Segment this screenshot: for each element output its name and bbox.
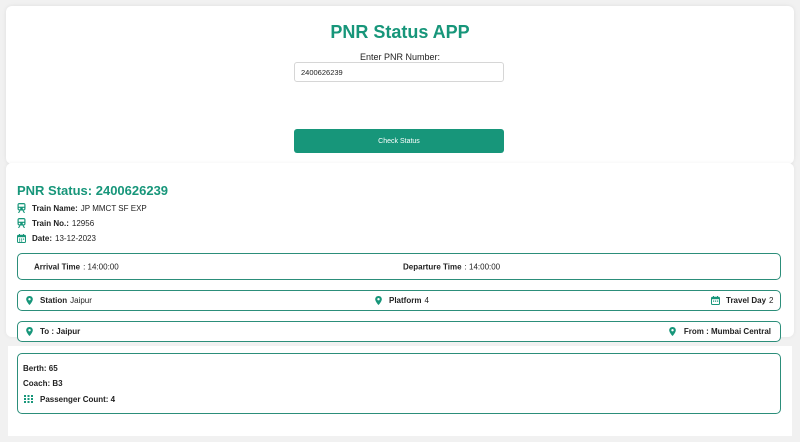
date-value: 13-12-2023: [55, 233, 96, 243]
station-label: Station: [40, 296, 68, 305]
station-item: Station Jaipur: [24, 296, 92, 306]
train-icon: [16, 218, 26, 228]
date-line: Date: 13-12-2023: [16, 233, 96, 243]
passenger-card: Berth: 65 Coach: B3 Passenger Count: 4: [8, 346, 792, 436]
train-icon: [16, 203, 26, 213]
pnr-input-card: PNR Status APP Enter PNR Number: Check S…: [6, 6, 794, 164]
train-no-value: 12956: [71, 218, 95, 228]
passenger-count-line: Passenger Count: 4: [23, 394, 115, 404]
route-box: To : Jaipur From : Mumbai Central: [17, 321, 781, 342]
platform-label: Platform: [389, 296, 422, 305]
train-name-label: Train Name:: [32, 203, 78, 213]
from-item: From : Mumbai Central: [668, 327, 774, 337]
pnr-result-card: PNR Status: 2400626239 Train Name: JP MM…: [6, 163, 794, 342]
train-no-label: Train No.:: [32, 218, 69, 228]
platform-item: Platform 4: [373, 296, 429, 306]
passenger-box: Berth: 65 Coach: B3 Passenger Count: 4: [17, 353, 781, 414]
station-value: Jaipur: [70, 296, 92, 305]
to-item: To : Jaipur: [24, 327, 83, 337]
map-pin-icon: [24, 327, 34, 337]
grid-icon: [23, 394, 33, 404]
pnr-input-label: Enter PNR Number:: [359, 52, 441, 62]
arrival-time-label: Arrival Time: [34, 262, 81, 271]
station-box: Station Jaipur Platform 4 Travel Day 2: [17, 290, 781, 311]
arrival-time-value: : 14:00:00: [83, 262, 119, 271]
check-status-button[interactable]: Check Status: [294, 129, 504, 153]
pnr-status-heading: PNR Status: 2400626239: [17, 183, 169, 198]
departure-time-label: Departure Time: [403, 262, 462, 271]
app-title: PNR Status APP: [330, 22, 470, 42]
arrival-time: Arrival Time : 14:00:00: [34, 262, 119, 271]
passenger-count-text: Passenger Count: 4: [40, 394, 116, 404]
departure-time: Departure Time : 14:00:00: [403, 262, 500, 271]
train-name-value: JP MMCT SF EXP: [80, 203, 147, 213]
date-label: Date:: [32, 233, 53, 243]
platform-value: 4: [424, 296, 429, 305]
train-no-line: Train No.: 12956: [16, 218, 94, 228]
pnr-input[interactable]: [294, 62, 504, 82]
calendar-icon: [16, 233, 26, 243]
to-text: To : Jaipur: [40, 327, 81, 336]
berth-line: Berth: 65: [23, 364, 58, 373]
coach-line: Coach: B3: [23, 379, 63, 388]
map-pin-icon: [373, 296, 383, 306]
map-pin-icon: [668, 327, 678, 337]
map-pin-icon: [24, 296, 34, 306]
travel-day-label: Travel Day: [726, 296, 767, 305]
from-text: From : Mumbai Central: [683, 327, 771, 336]
calendar-icon: [710, 296, 720, 306]
train-name-line: Train Name: JP MMCT SF EXP: [16, 203, 147, 213]
timing-box: Arrival Time : 14:00:00 Departure Time :…: [17, 253, 781, 280]
travel-day-value: 2: [769, 296, 774, 305]
travel-day-item: Travel Day 2: [710, 296, 773, 306]
departure-time-value: : 14:00:00: [464, 262, 501, 271]
